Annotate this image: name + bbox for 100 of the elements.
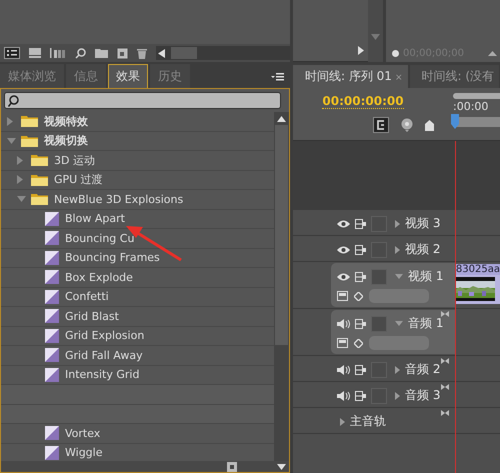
sync-lock-icon[interactable] [355,272,366,282]
sync-lock-icon[interactable] [355,318,366,328]
icon-view-icon[interactable] [29,48,41,58]
track-name: 音频 3 [405,387,440,404]
collapsed-triangle-icon[interactable] [395,246,400,254]
snap-icon[interactable] [372,117,388,133]
transition-icon [45,309,59,324]
eye-icon[interactable] [337,220,350,228]
display-style-icon[interactable] [337,338,348,348]
collapsed-triangle-icon[interactable] [395,366,400,374]
track-header[interactable]: 视频 2 [331,236,455,261]
timeline-tab[interactable]: 时间线: (没有 [410,65,500,88]
timecode[interactable]: 00:00:00:00 [322,94,404,109]
sync-lock-icon[interactable] [355,364,366,374]
track-header[interactable]: 视频 1 [331,263,455,307]
collapsed-triangle-icon[interactable] [395,392,400,400]
transition-icon [45,446,59,460]
sync-lock-icon[interactable] [355,244,366,254]
new-item-icon[interactable] [117,48,128,58]
play-icon[interactable] [358,46,364,55]
search-icon[interactable] [75,48,86,58]
collapsed-triangle-icon[interactable] [395,220,400,228]
track-name: 视频 1 [408,268,444,285]
playhead-icon[interactable] [451,114,459,129]
vertical-scrollbar[interactable] [274,112,289,461]
lock-toggle[interactable] [371,268,387,284]
new-bin-icon[interactable] [227,462,237,472]
folder-label[interactable]: 3D 运动 [54,152,95,168]
sync-lock-icon[interactable] [355,390,366,400]
speaker-icon[interactable] [337,390,350,400]
track-header[interactable]: 音频 3 [331,382,455,407]
folder-icon [21,134,38,147]
up-chevron-icon[interactable] [488,50,497,56]
keyframe-icon[interactable] [354,338,363,348]
eye-icon[interactable] [337,246,350,254]
resize-handle-icon[interactable] [441,311,449,317]
collapsed-triangle-icon[interactable] [340,418,345,426]
track-name: 主音轨 [350,413,386,430]
search-icon [8,94,19,106]
time-ruler[interactable]: :00:00 [453,88,500,140]
effect-item[interactable]: Grid Fall Away [65,348,143,362]
effect-item[interactable]: Intensity Grid [65,368,140,382]
bins-icon[interactable] [50,48,66,58]
folder-label[interactable]: 视频切换 [44,133,88,148]
trash-icon[interactable] [137,48,147,58]
effect-item[interactable]: Grid Blast [65,310,119,323]
effect-item[interactable]: Confetti [65,290,109,304]
transition-icon [45,290,59,304]
folder-label[interactable]: GPU 过渡 [54,172,103,188]
search-field[interactable] [4,92,281,109]
track-name: 音频 1 [408,315,444,332]
folder-icon [21,115,38,128]
keyframe-icon[interactable] [354,292,363,300]
resize-handle-icon[interactable] [441,410,449,416]
effect-item[interactable]: Bouncing Cu [65,232,134,245]
record-dot-icon[interactable] [392,50,399,56]
panel-menu-icon[interactable] [271,73,284,81]
list-view-icon[interactable] [4,47,20,59]
speaker-icon[interactable] [337,364,350,374]
marker-pin-icon[interactable] [400,118,412,132]
track-name: 视频 2 [405,241,440,258]
folder-icon [31,174,48,186]
ruler-label: :00:00 [453,100,490,113]
horizontal-scrollbar[interactable] [156,46,290,60]
folder-label[interactable]: 视频特效 [44,114,88,129]
scroll-thumb[interactable] [275,125,288,345]
scroll-thumb[interactable] [171,47,197,59]
scroll-up-icon[interactable] [277,116,286,122]
folder-icon[interactable] [95,48,108,58]
transition-icon [45,348,59,362]
sync-lock-icon[interactable] [355,218,366,228]
effect-item[interactable]: Bouncing Frames [65,251,160,264]
transition-icon [45,368,59,382]
effect-item[interactable]: Wiggle [65,446,102,460]
transition-icon [45,212,59,226]
display-style-icon[interactable] [337,291,348,301]
eye-icon[interactable] [337,272,350,280]
track-header[interactable]: 音频 2 [331,356,455,381]
resize-handle-icon[interactable] [441,384,449,390]
timeline-tab[interactable]: 时间线: 序列 01 × [293,65,408,88]
transition-icon [45,231,59,246]
resize-handle-icon[interactable] [441,358,449,364]
track-header[interactable]: 视频 3 [331,210,455,235]
marker-icon[interactable] [424,120,434,130]
video-clip[interactable]: 83025aa [454,264,500,304]
folder-label[interactable]: NewBlue 3D Explosions [54,192,184,206]
effect-item[interactable]: Box Explode [65,270,133,284]
effect-item[interactable]: Grid Explosion [65,329,144,342]
down-arrow-icon[interactable] [277,464,286,470]
track-name: 视频 3 [405,215,440,232]
track-header[interactable]: 主音轨 [331,408,455,433]
transition-icon [45,270,59,284]
scroll-left-icon[interactable] [158,48,165,58]
panel-tab[interactable]: 效果 [108,64,148,88]
track-header[interactable]: 音频 1 [331,310,455,354]
speaker-icon[interactable] [337,318,350,328]
effect-item[interactable]: Vortex [65,426,100,440]
clip-name: 83025aa [454,264,500,275]
lock-toggle[interactable] [371,316,387,332]
effect-item[interactable]: Blow Apart [65,212,125,226]
